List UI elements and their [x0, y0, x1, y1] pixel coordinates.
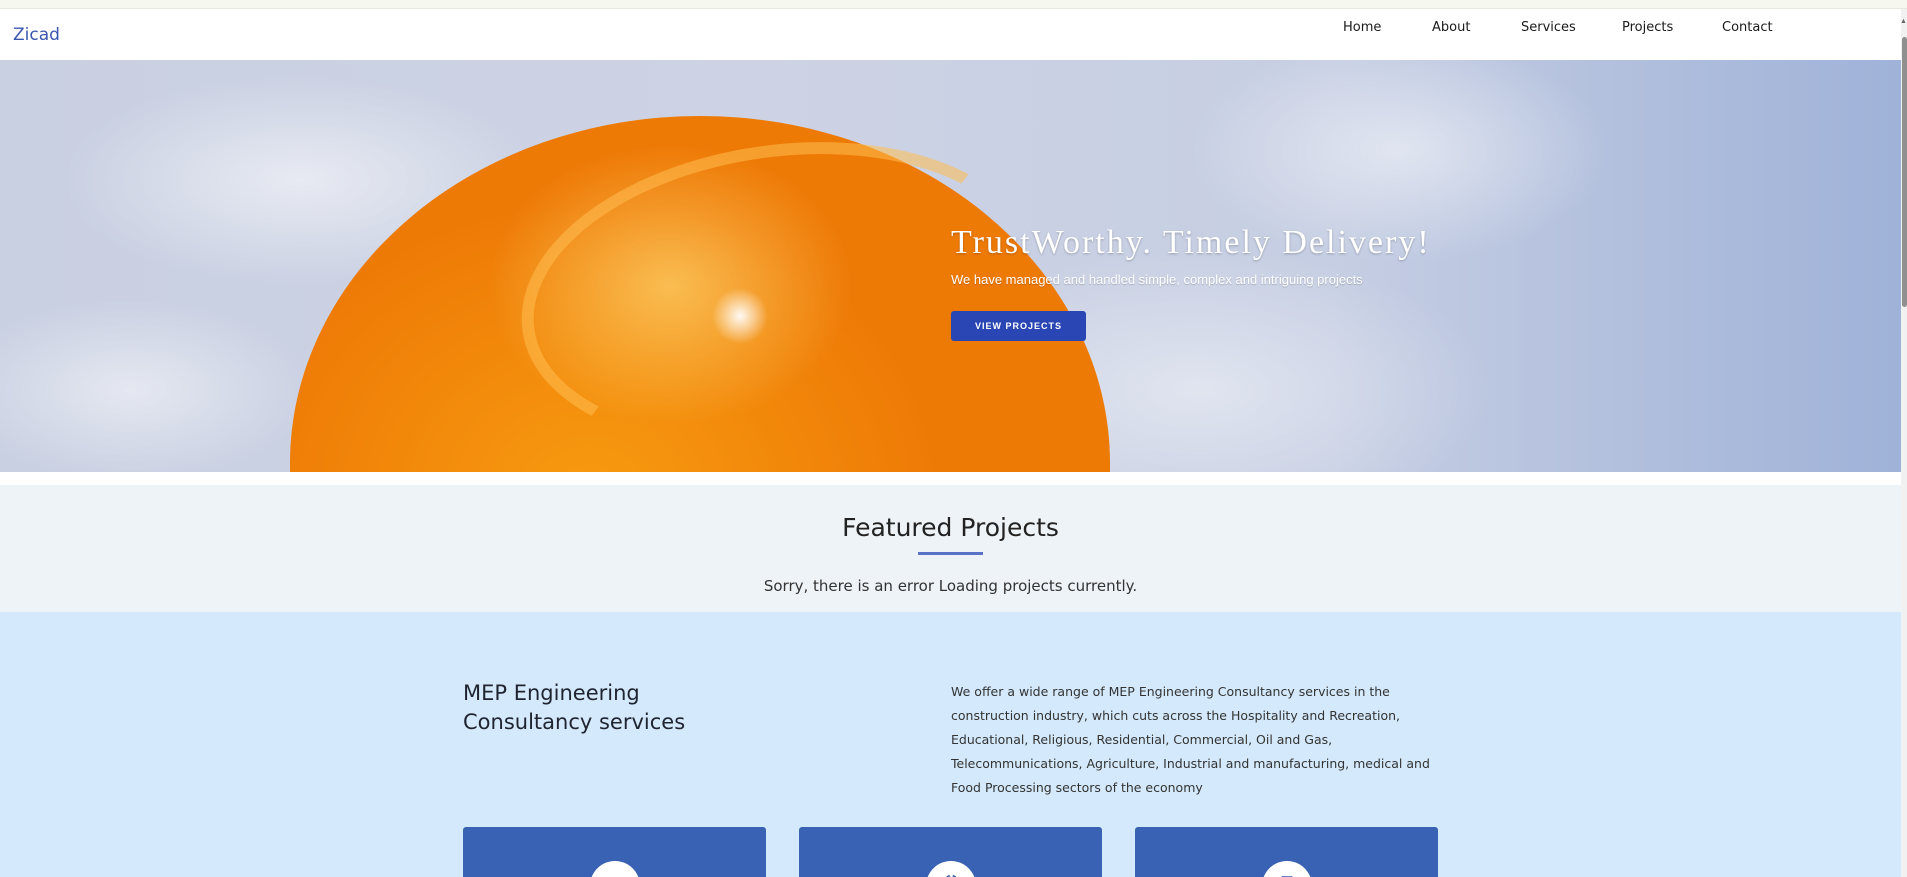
service-card[interactable]: ⌂ [463, 827, 766, 877]
projects-error-message: Sorry, there is an error Loading project… [763, 577, 1138, 595]
hero-subtitle: We have managed and handled simple, comp… [951, 272, 1363, 287]
browser-top-strip [0, 0, 1907, 9]
services-description: We offer a wide range of MEP Engineering… [951, 684, 1430, 795]
brand-logo[interactable]: Zicad [13, 25, 60, 45]
service-card[interactable]: ▤ [1135, 827, 1438, 877]
title-underline [918, 552, 983, 555]
page-scrollbar[interactable] [1901, 9, 1907, 877]
nav-home[interactable]: Home [1343, 20, 1381, 35]
nav-contact[interactable]: Contact [1722, 20, 1773, 35]
nav-projects[interactable]: Projects [1622, 20, 1673, 35]
tools-icon: ⚒ [926, 861, 976, 877]
navbar: Zicad Home About Services Projects Conta… [0, 9, 1901, 60]
scroll-up-arrow-icon[interactable]: ▲ [1900, 18, 1907, 26]
services-heading: MEP Engineering Consultancy services [463, 681, 686, 734]
nav-services[interactable]: Services [1521, 20, 1576, 35]
featured-projects-section: Featured Projects Sorry, there is an err… [0, 485, 1901, 612]
hero-content: TrustWorthy. Timely Delivery! We have ma… [951, 224, 1511, 287]
blueprint-icon: ▤ [1262, 861, 1312, 877]
view-projects-button[interactable]: VIEW PROJECTS [951, 311, 1086, 341]
hero-banner: TrustWorthy. Timely Delivery! We have ma… [0, 60, 1901, 472]
scrollbar-thumb[interactable] [1902, 37, 1907, 307]
building-icon: ⌂ [590, 861, 640, 877]
featured-projects-title: Featured Projects [842, 513, 1059, 542]
service-card[interactable]: ⚒ [799, 827, 1102, 877]
nav-about[interactable]: About [1432, 20, 1470, 35]
hero-title: TrustWorthy. Timely Delivery! [951, 224, 1431, 261]
services-section: MEP Engineering Consultancy services We … [0, 612, 1901, 877]
section-gap [0, 472, 1901, 485]
